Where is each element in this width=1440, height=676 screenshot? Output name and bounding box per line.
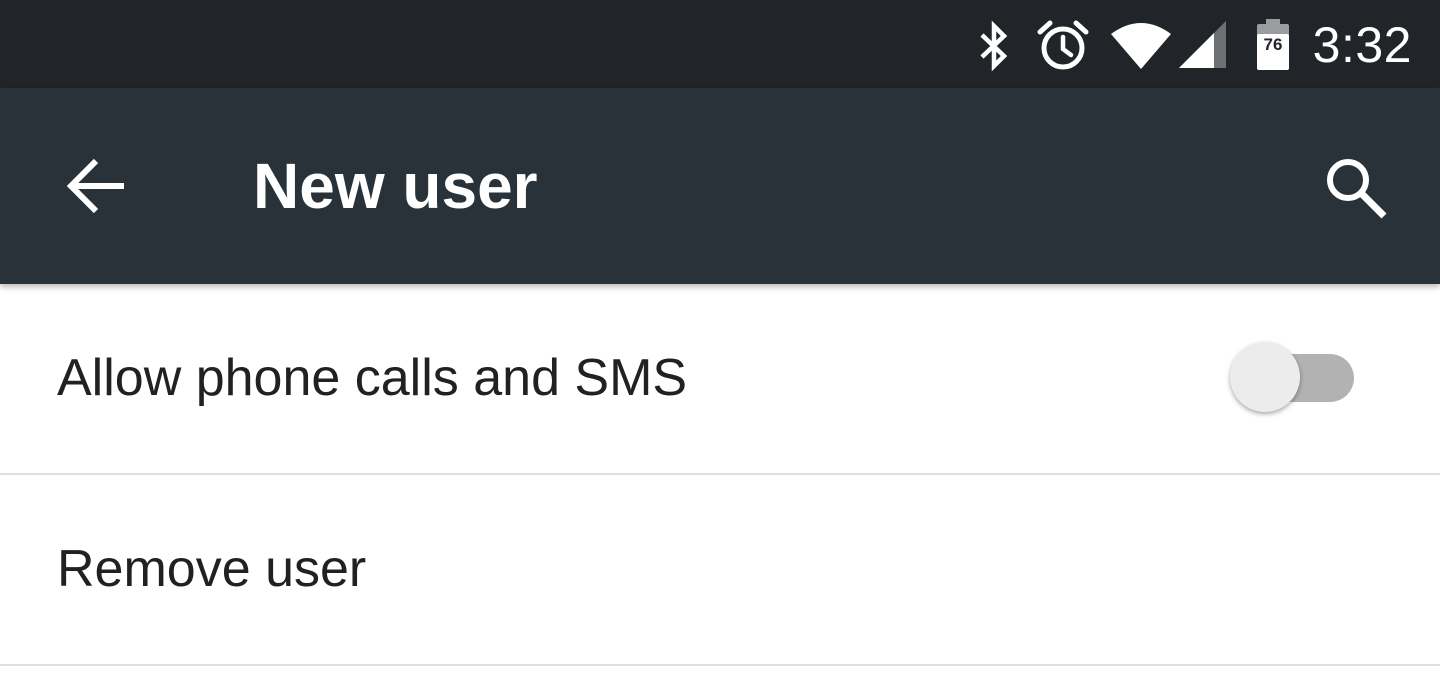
- status-time: 3:32: [1312, 17, 1412, 73]
- allow-calls-sms-toggle[interactable]: [1230, 342, 1354, 414]
- battery-level-text: 76: [1264, 35, 1283, 54]
- back-button[interactable]: [62, 154, 132, 218]
- remove-user-label: Remove user: [57, 540, 367, 598]
- switch-thumb: [1230, 342, 1300, 412]
- cell-signal-icon: [1179, 21, 1226, 68]
- allow-calls-sms-row[interactable]: Allow phone calls and SMS: [0, 284, 1440, 475]
- remove-user-row[interactable]: Remove user: [0, 475, 1440, 666]
- settings-list: Allow phone calls and SMS Remove user: [0, 284, 1440, 666]
- allow-calls-sms-label: Allow phone calls and SMS: [57, 349, 688, 407]
- alarm-icon: [1037, 20, 1089, 70]
- search-icon: [1327, 159, 1387, 219]
- app-toolbar: New user: [0, 88, 1440, 284]
- status-bar: 76 3:32: [0, 0, 1440, 88]
- wifi-icon: [1111, 23, 1171, 69]
- search-button[interactable]: [1320, 152, 1392, 224]
- battery-icon: 76: [1257, 19, 1289, 70]
- bluetooth-icon: [980, 20, 1008, 72]
- arrow-left-icon: [66, 158, 124, 214]
- page-title: New user: [253, 150, 538, 222]
